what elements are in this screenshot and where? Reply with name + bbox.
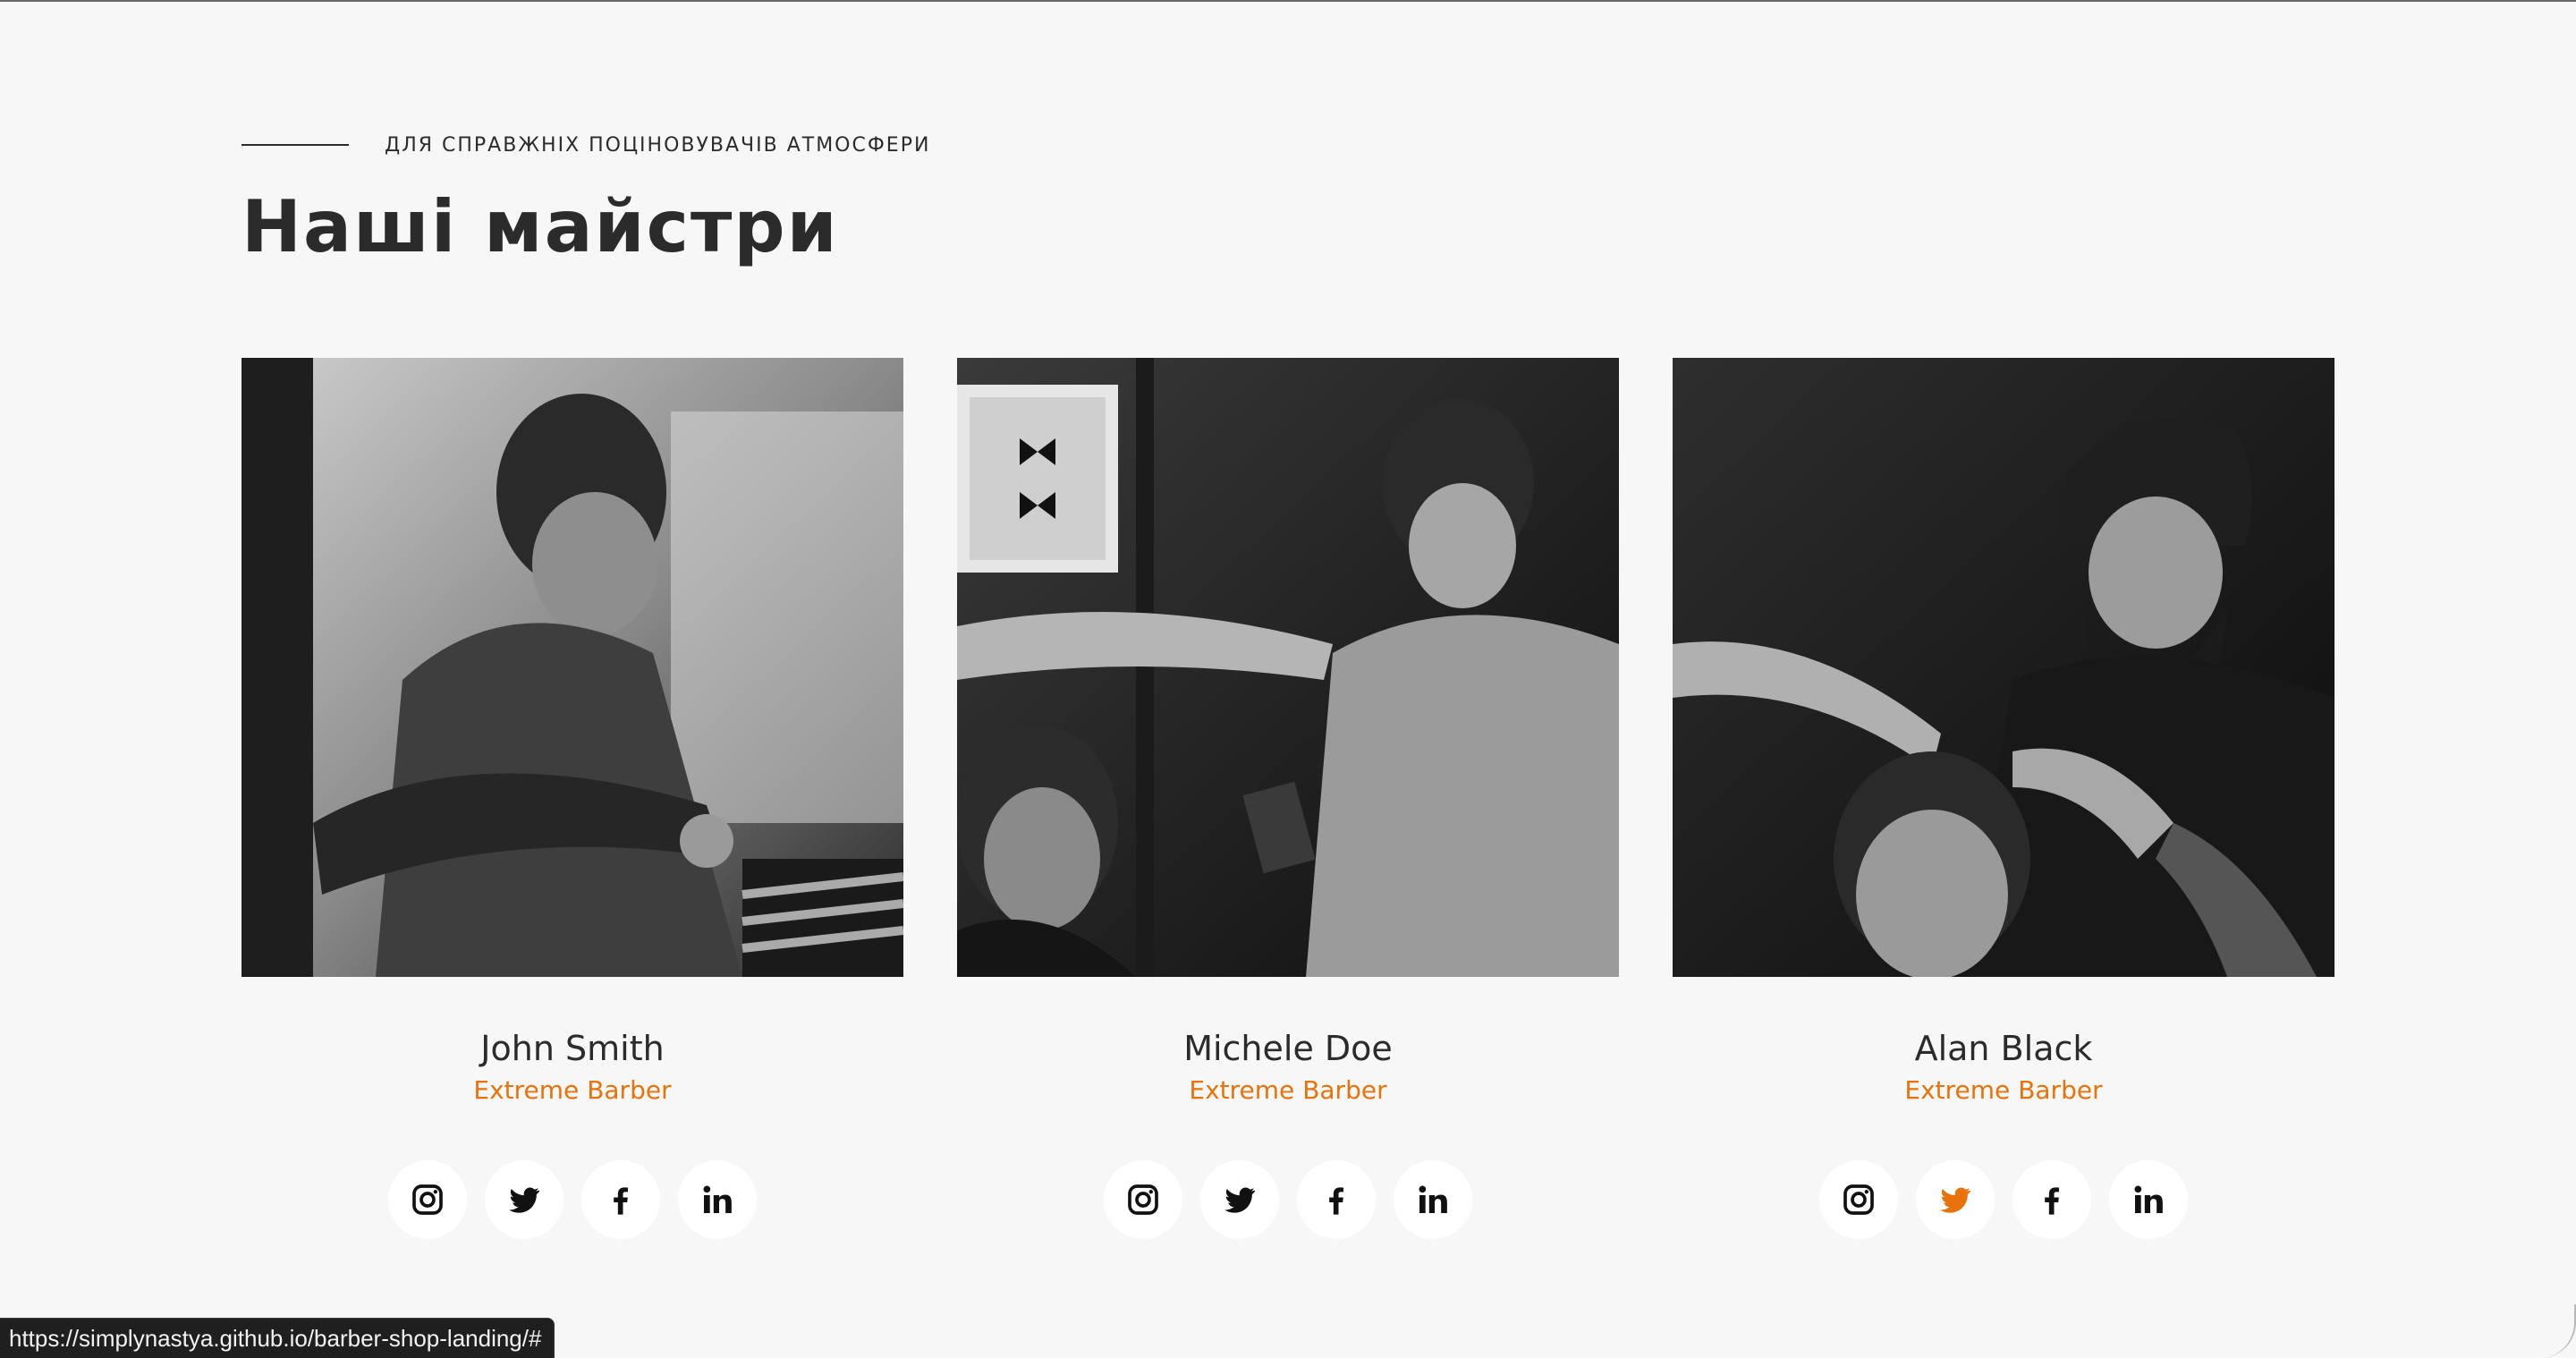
facebook-icon xyxy=(614,1187,628,1215)
linkedin-link[interactable] xyxy=(1394,1160,1472,1240)
page: ДЛЯ СПРАВЖНІХ ПОЦІНОВУВАЧІВ АТМОСФЕРИ На… xyxy=(0,0,2576,1358)
section-header: ДЛЯ СПРАВЖНІХ ПОЦІНОВУВАЧІВ АТМОСФЕРИ На… xyxy=(242,127,1494,263)
linkedin-icon xyxy=(703,1185,732,1214)
instagram-link[interactable] xyxy=(1819,1160,1898,1240)
instagram-icon xyxy=(412,1184,443,1216)
linkedin-link[interactable] xyxy=(678,1160,757,1240)
instagram-link[interactable] xyxy=(388,1160,467,1240)
social-links xyxy=(1104,1160,1472,1240)
barber-name: Alan Black xyxy=(1914,1029,2093,1068)
barber-photo xyxy=(1673,358,2334,977)
barber-name: Michele Doe xyxy=(1183,1029,1393,1068)
barber-name: John Smith xyxy=(480,1029,665,1068)
twitter-link[interactable] xyxy=(1916,1160,1995,1240)
instagram-icon xyxy=(1128,1184,1158,1216)
social-links xyxy=(388,1160,757,1240)
facebook-link[interactable] xyxy=(2012,1160,2091,1240)
barber-role: Extreme Barber xyxy=(473,1074,672,1105)
eyebrow-text: ДЛЯ СПРАВЖНІХ ПОЦІНОВУВАЧІВ АТМОСФЕРИ xyxy=(385,133,931,157)
twitter-icon xyxy=(1224,1187,1256,1213)
barber-photo xyxy=(957,358,1619,977)
window-corner xyxy=(2538,1304,2576,1358)
facebook-link[interactable] xyxy=(1297,1160,1376,1240)
barbers-grid: John Smith Extreme Barber Michele Doe Ex… xyxy=(242,358,2334,1240)
linkedin-icon xyxy=(2134,1185,2163,1214)
linkedin-icon xyxy=(1419,1185,1447,1214)
linkedin-link[interactable] xyxy=(2109,1160,2188,1240)
facebook-icon xyxy=(2045,1187,2059,1215)
barber-card: Alan Black Extreme Barber xyxy=(1673,358,2334,1240)
barber-role: Extreme Barber xyxy=(1189,1074,1387,1105)
section-title: Наші майстри xyxy=(242,185,839,268)
twitter-icon xyxy=(509,1187,540,1213)
status-bar-url: https://simplynastya.github.io/barber-sh… xyxy=(0,1318,555,1358)
barber-role: Extreme Barber xyxy=(1904,1074,2103,1105)
barber-photo xyxy=(242,358,903,977)
social-links xyxy=(1819,1160,2188,1240)
twitter-link[interactable] xyxy=(1200,1160,1279,1240)
facebook-icon xyxy=(1329,1187,1343,1215)
instagram-icon xyxy=(1843,1184,1874,1216)
barber-card: Michele Doe Extreme Barber xyxy=(957,358,1619,1240)
twitter-link[interactable] xyxy=(485,1160,564,1240)
eyebrow-divider xyxy=(242,144,349,146)
barber-card: John Smith Extreme Barber xyxy=(242,358,903,1240)
twitter-icon xyxy=(1940,1187,1971,1213)
eyebrow: ДЛЯ СПРАВЖНІХ ПОЦІНОВУВАЧІВ АТМОСФЕРИ xyxy=(242,127,1494,163)
facebook-link[interactable] xyxy=(581,1160,660,1240)
instagram-link[interactable] xyxy=(1104,1160,1182,1240)
